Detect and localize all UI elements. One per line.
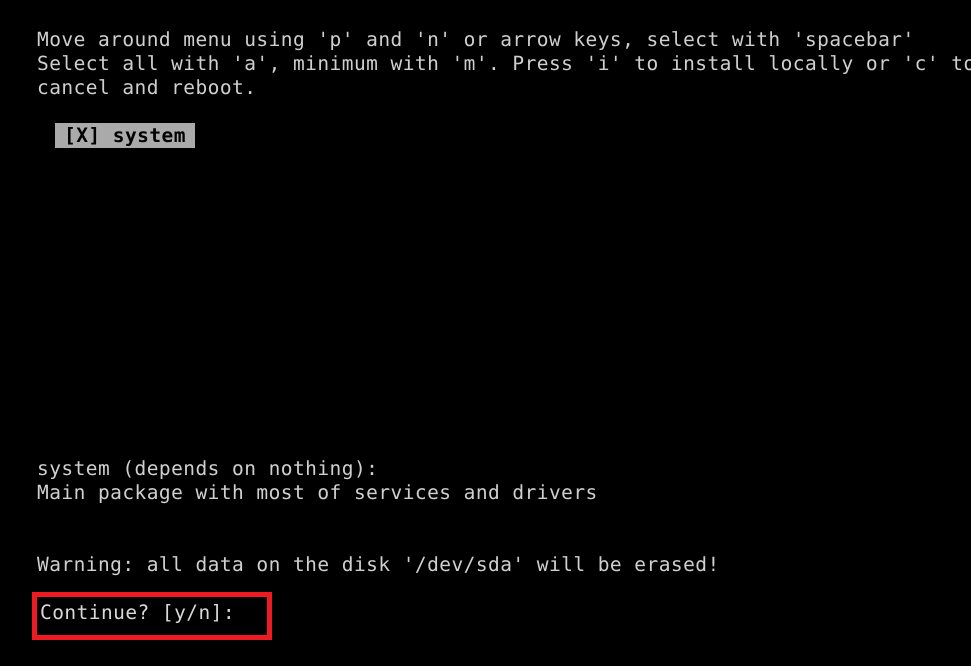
instruction-line-3: cancel and reboot. [37, 76, 257, 99]
instruction-line-1: Move around menu using 'p' and 'n' or ar… [37, 28, 915, 51]
disk-erase-warning: Warning: all data on the disk '/dev/sda'… [37, 553, 720, 576]
package-description-title: system (depends on nothing): [37, 457, 379, 480]
continue-prompt[interactable]: Continue? [y/n]: [40, 601, 235, 625]
package-description-body: Main package with most of services and d… [37, 481, 598, 504]
menu-item-system[interactable]: [X] system [55, 123, 195, 148]
console-screen: Move around menu using 'p' and 'n' or ar… [0, 0, 971, 666]
menu-item-system-label: [X] system [64, 124, 186, 147]
instruction-line-2: Select all with 'a', minimum with 'm'. P… [37, 52, 971, 75]
